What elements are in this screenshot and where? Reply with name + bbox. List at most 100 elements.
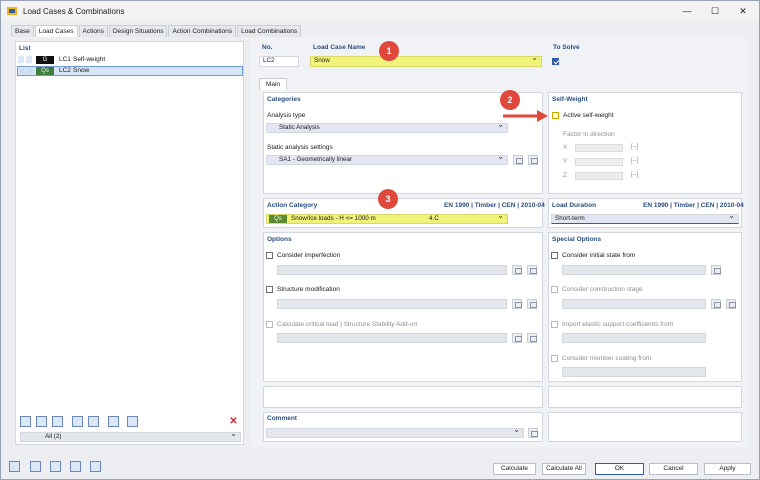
arrow-icon: [503, 110, 548, 122]
edit-imperfection-icon[interactable]: [527, 265, 537, 275]
critical-load-checkbox[interactable]: [266, 321, 273, 328]
construction-stage-select[interactable]: [562, 299, 706, 309]
consider-imperfection-checkbox[interactable]: [266, 252, 273, 259]
member-coating-select[interactable]: [562, 367, 706, 377]
tab-action-combinations[interactable]: Action Combinations: [168, 25, 237, 37]
units-icon[interactable]: [30, 461, 41, 472]
critical-load-select[interactable]: [277, 333, 507, 343]
tab-actions[interactable]: Actions: [78, 25, 108, 37]
static-settings-value: SA1 - Geometrically linear: [279, 156, 353, 163]
sort-down-icon[interactable]: [127, 416, 138, 427]
axis-z-label: Z: [563, 172, 567, 179]
delete-icon[interactable]: [228, 416, 239, 427]
static-settings-select[interactable]: SA1 - Geometrically linear: [266, 153, 508, 165]
filter-icon[interactable]: [70, 461, 81, 472]
formula-icon[interactable]: [90, 461, 101, 472]
unit-label: [--]: [631, 158, 639, 164]
dialog-window: Load Cases & Combinations — ☐ ✕ Base Loa…: [0, 0, 760, 480]
action-category-code: 4.C: [429, 215, 439, 222]
spacer-box: [263, 386, 543, 408]
initial-state-select[interactable]: [562, 265, 706, 275]
list-item-name: Self-weight: [73, 56, 106, 63]
edit-settings-icon[interactable]: [528, 155, 538, 165]
new-stability-icon[interactable]: [512, 333, 522, 343]
critical-load-label: Calculate critical load | Structure Stab…: [277, 321, 418, 328]
cancel-button[interactable]: Cancel: [649, 463, 698, 475]
active-self-weight-checkbox[interactable]: [552, 112, 559, 119]
renumber-icon[interactable]: [52, 416, 63, 427]
construction-stage-checkbox[interactable]: [551, 286, 558, 293]
analysis-type-value: Static Analysis: [279, 124, 320, 131]
structure-modification-select[interactable]: [277, 299, 507, 309]
action-category-select[interactable]: Qs Snow/Ice loads - H <= 1000 m 4.C: [266, 212, 508, 224]
new-item-icon[interactable]: [20, 416, 31, 427]
active-self-weight-label: Active self-weight: [563, 112, 614, 119]
structure-modification-label: Structure modification: [277, 286, 340, 293]
elastic-support-checkbox[interactable]: [551, 321, 558, 328]
copy-item-icon[interactable]: [36, 416, 47, 427]
comment-input[interactable]: [266, 426, 524, 438]
marker-3: 3: [378, 189, 398, 209]
comment-edit-icon[interactable]: [528, 428, 538, 438]
factor-y-input[interactable]: [575, 158, 623, 166]
initial-state-edit-icon[interactable]: [711, 265, 721, 275]
categories-title: Categories: [267, 96, 301, 103]
app-icon: [7, 7, 17, 15]
edit-stage-icon[interactable]: [726, 299, 736, 309]
close-icon[interactable]: ✕: [737, 5, 749, 17]
tab-load-cases[interactable]: Load Cases: [34, 25, 78, 37]
new-stage-icon[interactable]: [711, 299, 721, 309]
tab-design-situations[interactable]: Design Situations: [108, 25, 168, 37]
minimize-icon[interactable]: —: [681, 5, 693, 17]
edit-stability-icon[interactable]: [527, 333, 537, 343]
initial-state-checkbox[interactable]: [551, 252, 558, 259]
consider-imperfection-label: Consider imperfection: [277, 252, 341, 259]
elastic-support-label: Import elastic support coefficients from: [562, 321, 674, 328]
to-solve-label: To Solve: [553, 44, 580, 51]
no-field[interactable]: LC2: [259, 56, 299, 67]
spacer-box: [548, 386, 742, 408]
search-icon[interactable]: [9, 461, 20, 472]
list-filter-select[interactable]: All (2): [20, 430, 241, 442]
axis-x-label: X: [563, 144, 568, 151]
check-all-icon[interactable]: [72, 416, 83, 427]
calculate-all-button[interactable]: Calculate All: [542, 463, 586, 475]
uncheck-all-icon[interactable]: [88, 416, 99, 427]
initial-state-label: Consider initial state from: [562, 252, 636, 259]
analysis-type-select[interactable]: Static Analysis: [266, 121, 508, 133]
calculate-button[interactable]: Calculate: [493, 463, 536, 475]
ok-button[interactable]: OK: [595, 463, 644, 475]
new-imperfection-icon[interactable]: [512, 265, 522, 275]
elastic-support-select[interactable]: [562, 333, 706, 343]
imperfection-select[interactable]: [277, 265, 507, 275]
list-item-selected[interactable]: Qs LC2 Snow: [17, 66, 243, 76]
to-solve-checkbox[interactable]: [552, 58, 559, 65]
tab-load-combinations[interactable]: Load Combinations: [237, 25, 302, 37]
apply-button[interactable]: Apply: [704, 463, 751, 475]
action-category-title: Action Category: [267, 202, 318, 209]
load-case-name-select[interactable]: Snow: [310, 54, 542, 67]
edit-modification-icon[interactable]: [527, 299, 537, 309]
categories-panel: [263, 92, 543, 194]
factor-x-input[interactable]: [575, 144, 623, 152]
maximize-icon[interactable]: ☐: [709, 5, 721, 17]
member-coating-checkbox[interactable]: [551, 355, 558, 362]
spacer-box: [548, 412, 742, 442]
tab-base[interactable]: Base: [11, 25, 34, 37]
sort-up-icon[interactable]: [108, 416, 119, 427]
factor-label: Factor in direction: [563, 131, 615, 138]
color-swatch: [27, 68, 33, 74]
factor-z-input[interactable]: [575, 172, 623, 180]
options-title: Options: [267, 236, 292, 243]
list-panel: List G LC1 Self-weight Qs LC2 Snow All (…: [15, 41, 244, 445]
list-item[interactable]: G LC1 Self-weight: [17, 55, 243, 65]
tab-main[interactable]: Main: [259, 78, 287, 90]
category-badge: Qs: [36, 67, 54, 75]
marker-1: 1: [379, 41, 399, 61]
model-icon[interactable]: [50, 461, 61, 472]
structure-modification-checkbox[interactable]: [266, 286, 273, 293]
comment-title: Comment: [267, 415, 297, 422]
load-duration-select[interactable]: Short-term: [551, 212, 739, 224]
new-settings-icon[interactable]: [513, 155, 523, 165]
new-modification-icon[interactable]: [512, 299, 522, 309]
